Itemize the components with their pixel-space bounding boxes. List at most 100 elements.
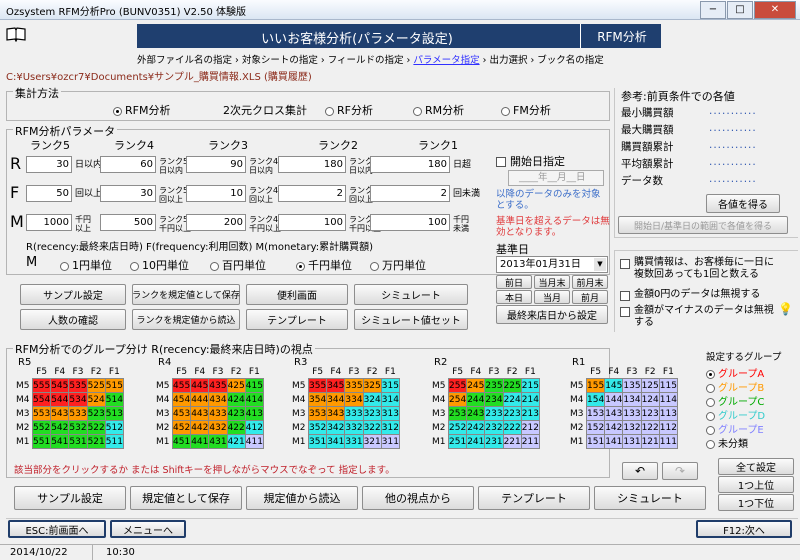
rfm-cell[interactable]: 321 — [362, 434, 382, 449]
rfm-cell[interactable]: 551 — [31, 434, 52, 449]
rfm-cell[interactable]: 224 — [502, 392, 522, 407]
rank-threshold-input[interactable]: 50 — [26, 185, 72, 202]
money-unit-option[interactable]: 百円単位 — [210, 257, 266, 273]
bottom-action-button[interactable]: サンプル設定 — [14, 486, 126, 510]
rfm-cell[interactable]: 552 — [31, 420, 52, 435]
action-button[interactable]: ランクを規定値として保存 — [132, 284, 240, 305]
rfm-cell[interactable]: 234 — [484, 392, 504, 407]
rfm-cell[interactable]: 315 — [380, 378, 400, 393]
rank-threshold-input[interactable]: 180 — [370, 156, 450, 173]
group-option[interactable]: 未分類 — [706, 435, 798, 450]
breadcrumb-step[interactable]: パラメータ指定 — [413, 55, 479, 66]
method-option[interactable]: RF分析 — [325, 102, 373, 118]
rfm-cell[interactable]: 143 — [604, 406, 624, 421]
move-up-button[interactable]: 1つ上位 — [718, 476, 794, 493]
rfm-cell[interactable]: 532 — [68, 420, 88, 435]
rfm-cell[interactable]: 452 — [171, 420, 192, 435]
checkbox-icon[interactable] — [620, 291, 630, 301]
rfm-cell[interactable]: 111 — [658, 434, 678, 449]
rfm-cell[interactable]: 221 — [502, 434, 522, 449]
breadcrumb-step[interactable]: フィールドの指定 — [328, 55, 404, 66]
rfm-cell[interactable]: 152 — [585, 420, 606, 435]
rank-threshold-input[interactable]: 100 — [370, 214, 450, 231]
rfm-cell[interactable]: 323 — [362, 406, 382, 421]
rfm-cell[interactable]: 141 — [604, 434, 624, 449]
rfm-cell[interactable]: 231 — [484, 434, 504, 449]
action-button[interactable]: 便利画面 — [246, 284, 348, 305]
rfm-cell[interactable]: 535 — [68, 378, 88, 393]
rfm-cell[interactable]: 153 — [585, 406, 606, 421]
group-option[interactable]: グループC — [706, 393, 798, 408]
f12-next-button[interactable]: F12:次へ — [696, 520, 792, 538]
chevron-down-icon[interactable]: ▼ — [594, 258, 606, 271]
rfm-cell[interactable]: 351 — [307, 434, 328, 449]
rfm-cell[interactable]: 124 — [640, 392, 660, 407]
rfm-cell[interactable]: 524 — [86, 392, 106, 407]
undo-button[interactable]: ↶ — [622, 462, 658, 480]
breadcrumb-step[interactable]: ブック名の指定 — [537, 55, 604, 66]
method-option[interactable]: RM分析 — [413, 102, 464, 118]
rfm-cell[interactable]: 553 — [31, 406, 52, 421]
group-option[interactable]: グループD — [706, 407, 798, 422]
rfm-cell[interactable]: 252 — [447, 420, 468, 435]
rfm-cell[interactable]: 444 — [190, 392, 210, 407]
close-button[interactable]: ✕ — [754, 1, 796, 19]
action-button[interactable]: シミュレート — [354, 284, 468, 305]
rfm-cell[interactable]: 331 — [344, 434, 364, 449]
esc-back-button[interactable]: ESC:前画面へ — [8, 520, 106, 538]
rfm-cell[interactable]: 445 — [190, 378, 210, 393]
method-option[interactable]: 2次元クロス集計 — [223, 102, 307, 118]
rfm-cell[interactable]: 241 — [466, 434, 486, 449]
start-date-check[interactable]: 開始日指定 — [496, 153, 565, 169]
info-bulb-icon[interactable]: 💡 — [778, 302, 794, 318]
rfm-cell[interactable]: 442 — [190, 420, 210, 435]
rfm-cell[interactable]: 414 — [244, 392, 264, 407]
rfm-cell[interactable]: 441 — [190, 434, 210, 449]
rfm-cell[interactable]: 223 — [502, 406, 522, 421]
action-button[interactable]: シミュレート値セット — [354, 309, 468, 330]
rfm-cell[interactable]: 343 — [326, 406, 346, 421]
rank-threshold-input[interactable]: 2 — [370, 185, 450, 202]
date-shortcut-button[interactable]: 前日 — [496, 275, 532, 289]
rfm-cell[interactable]: 144 — [604, 392, 624, 407]
rfm-cell[interactable]: 213 — [520, 406, 540, 421]
option-checkbox[interactable]: 購買情報は、お客様毎に一日に複数回あっても1回と数える — [620, 257, 780, 281]
date-shortcut-button[interactable]: 本日 — [496, 290, 532, 304]
rfm-cell[interactable]: 342 — [326, 420, 346, 435]
rfm-cell[interactable]: 245 — [466, 378, 486, 393]
rfm-cell[interactable]: 413 — [244, 406, 264, 421]
group-option[interactable]: グループA — [706, 365, 798, 380]
date-shortcut-button[interactable]: 前月末 — [572, 275, 608, 289]
rfm-cell[interactable]: 322 — [362, 420, 382, 435]
rfm-cell[interactable]: 151 — [585, 434, 606, 449]
rank-threshold-input[interactable]: 30 — [26, 156, 72, 173]
rfm-cell[interactable]: 455 — [171, 378, 192, 393]
rfm-cell[interactable]: 122 — [640, 420, 660, 435]
rfm-cell[interactable]: 522 — [86, 420, 106, 435]
radio-icon[interactable] — [501, 106, 510, 116]
rfm-cell[interactable]: 412 — [244, 420, 264, 435]
rfm-cell[interactable]: 222 — [502, 420, 522, 435]
rfm-cell[interactable]: 212 — [520, 420, 540, 435]
rfm-cell[interactable]: 113 — [658, 406, 678, 421]
rfm-cell[interactable]: 533 — [68, 406, 88, 421]
rfm-cell[interactable]: 431 — [208, 434, 228, 449]
radio-icon[interactable] — [130, 261, 139, 271]
rfm-cell[interactable]: 453 — [171, 406, 192, 421]
rfm-cell[interactable]: 454 — [171, 392, 192, 407]
rfm-cell[interactable]: 521 — [86, 434, 106, 449]
breadcrumb-step[interactable]: 外部ファイル名の指定 — [137, 55, 232, 66]
rfm-cell[interactable]: 435 — [208, 378, 228, 393]
rfm-cell[interactable]: 333 — [344, 406, 364, 421]
radio-icon[interactable] — [325, 106, 334, 116]
rfm-cell[interactable]: 415 — [244, 378, 264, 393]
checkbox-icon[interactable] — [620, 259, 630, 269]
rfm-cell[interactable]: 133 — [622, 406, 642, 421]
rfm-cell[interactable]: 311 — [380, 434, 400, 449]
set-from-last-visit-button[interactable]: 最終来店日から設定 — [496, 305, 608, 324]
redo-button[interactable]: ↷ — [662, 462, 698, 480]
rfm-cell[interactable]: 132 — [622, 420, 642, 435]
radio-icon[interactable] — [413, 106, 422, 116]
rfm-cell[interactable]: 451 — [171, 434, 192, 449]
menu-button[interactable]: メニューへ — [110, 520, 186, 538]
